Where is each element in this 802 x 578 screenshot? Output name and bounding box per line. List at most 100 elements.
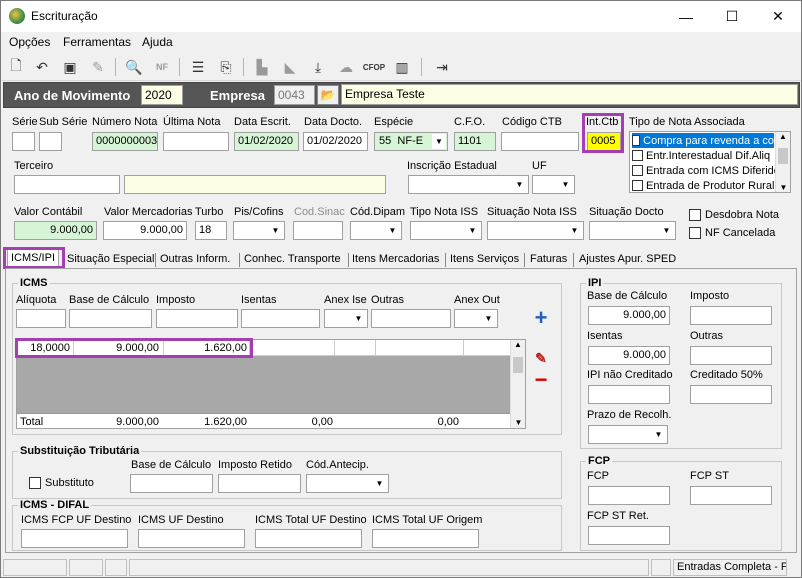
close-button[interactable]: ✕ <box>755 1 801 32</box>
tab-icms-ipi[interactable]: ICMS/IPI <box>7 249 60 269</box>
valor-mercadorias-input[interactable]: 9.000,00 <box>103 221 187 240</box>
terceiro-code-input[interactable] <box>14 175 120 194</box>
substituto-checkbox[interactable] <box>29 477 41 489</box>
chevron-down-icon[interactable]: ▼ <box>385 223 400 238</box>
new-file-icon[interactable]: 🗋 <box>5 57 27 77</box>
chevron-down-icon[interactable]: ▼ <box>659 223 674 238</box>
st-base-input[interactable] <box>130 474 213 493</box>
maximize-button[interactable]: ☐ <box>709 1 755 32</box>
ultima-nota-input[interactable] <box>163 132 229 151</box>
sub-serie-input[interactable] <box>39 132 62 151</box>
save-icon[interactable]: ▣ <box>59 57 81 77</box>
tab-ajustes-apur-sped[interactable]: Ajustes Apur. SPED <box>576 251 679 269</box>
chevron-down-icon[interactable]: ▼ <box>567 223 582 238</box>
menu-opcoes[interactable]: Opções <box>9 35 50 49</box>
pis-cofins-select[interactable]: ▼ <box>233 221 285 240</box>
chevron-down-icon[interactable]: ▼ <box>268 223 283 238</box>
edit-icon[interactable]: ✎ <box>529 347 553 369</box>
anex-ise-select[interactable]: ▼ <box>324 309 368 328</box>
total-uf-origem-input[interactable] <box>372 529 479 548</box>
add-icon[interactable]: + <box>529 305 553 330</box>
nfe-icon[interactable]: NF <box>151 57 173 77</box>
chevron-down-icon[interactable]: ▼ <box>776 183 791 192</box>
chevron-down-icon[interactable]: ▼ <box>512 177 527 192</box>
fcp-st-ret-input[interactable] <box>588 526 670 545</box>
icms-imposto-input[interactable] <box>156 309 238 328</box>
int-ctb-input[interactable]: 0005 <box>587 132 621 151</box>
tab-itens-mercadorias[interactable]: Itens Mercadorias <box>349 251 442 269</box>
prazo-recolh-select[interactable]: ▼ <box>588 425 668 444</box>
minimize-button[interactable]: — <box>663 1 709 32</box>
empresa-code-input[interactable]: 0043 <box>274 85 315 105</box>
download-icon[interactable]: ⤓ <box>307 57 329 77</box>
fcp-uf-destino-input[interactable] <box>21 529 128 548</box>
tab-outras-inform[interactable]: Outras Inform. <box>157 251 233 269</box>
cfop-icon[interactable]: CFOP <box>363 57 385 77</box>
tab-conhec-transporte[interactable]: Conhec. Transporte <box>241 251 344 269</box>
remove-icon[interactable]: − <box>529 367 553 392</box>
menu-ferramentas[interactable]: Ferramentas <box>63 35 131 49</box>
export-icon[interactable]: ⎘ <box>215 57 237 77</box>
ipi-isentas-input[interactable]: 9.000,00 <box>588 346 670 365</box>
print-preview-icon[interactable]: 🔍 <box>123 57 145 77</box>
data-escrit-input[interactable]: 01/02/2020 <box>234 132 299 151</box>
chevron-down-icon[interactable]: ▼ <box>558 177 573 192</box>
chevron-down-icon[interactable]: ▼ <box>651 427 666 442</box>
valor-contabil-input[interactable]: 9.000,00 <box>14 221 97 240</box>
imposto-retido-input[interactable] <box>218 474 301 493</box>
chevron-down-icon[interactable]: ▼ <box>351 311 366 326</box>
icms-base-input[interactable] <box>69 309 152 328</box>
tab-itens-servicos[interactable]: Itens Serviços <box>447 251 522 269</box>
icms-isentas-input[interactable] <box>241 309 320 328</box>
uf-destino-input[interactable] <box>138 529 245 548</box>
folder-open-icon[interactable]: 📂 <box>317 85 339 105</box>
list-item[interactable]: Compra para revenda a co <box>632 133 774 148</box>
folder-icon[interactable]: ▙ <box>251 57 273 77</box>
cod-dipam-select[interactable]: ▼ <box>350 221 402 240</box>
cloud-icon[interactable]: ☁ <box>335 57 357 77</box>
menu-ajuda[interactable]: Ajuda <box>142 35 173 49</box>
numero-nota-input[interactable]: 0000000003 <box>92 132 158 151</box>
nf-cancelada-checkbox[interactable] <box>689 227 701 239</box>
book-icon[interactable]: ▥ <box>391 57 413 77</box>
serie-input[interactable] <box>12 132 35 151</box>
situacao-docto-select[interactable]: ▼ <box>589 221 676 240</box>
list-item[interactable]: Entrada com ICMS Diferido <box>632 163 780 178</box>
listbox-scrollbar[interactable]: ▲ ▼ <box>775 132 790 192</box>
uf-select[interactable]: ▼ <box>532 175 575 194</box>
anex-out-select[interactable]: ▼ <box>454 309 498 328</box>
cod-sinac-input[interactable] <box>293 221 343 240</box>
desdobra-nota-checkbox[interactable] <box>689 209 701 221</box>
cfo-input[interactable]: 1101 <box>454 132 496 151</box>
clear-icon[interactable]: ✎ <box>87 57 109 77</box>
inscricao-estadual-select[interactable]: ▼ <box>408 175 529 194</box>
grid-scrollbar[interactable]: ▲ ▼ <box>510 340 525 428</box>
aliquota-input[interactable] <box>16 309 66 328</box>
ipi-imposto-input[interactable] <box>690 306 772 325</box>
ipi-outras-input[interactable] <box>690 346 772 365</box>
creditado-50-input[interactable] <box>690 385 772 404</box>
scroll-thumb[interactable] <box>513 357 523 373</box>
tab-faturas[interactable]: Faturas <box>527 251 570 269</box>
total-uf-destino-input[interactable] <box>255 529 362 548</box>
icms-grid[interactable]: 18,0000 9.000,00 1.620,00 Total 9.000,00… <box>16 339 526 429</box>
chevron-down-icon[interactable]: ▼ <box>511 418 526 427</box>
chevron-down-icon[interactable]: ▼ <box>481 311 496 326</box>
chevron-down-icon[interactable]: ▼ <box>432 134 446 149</box>
list-item[interactable]: Entrada de Produtor Rural <box>632 178 774 193</box>
situacao-nota-iss-select[interactable]: ▼ <box>487 221 584 240</box>
tab-situacao-especial[interactable]: Situação Especial <box>64 251 157 269</box>
icms-outras-input[interactable] <box>371 309 451 328</box>
scroll-thumb[interactable] <box>778 148 788 164</box>
chevron-up-icon[interactable]: ▲ <box>776 132 790 141</box>
data-docto-input[interactable]: 01/02/2020 <box>303 132 368 151</box>
chevron-down-icon[interactable]: ▼ <box>372 476 387 491</box>
codigo-ctb-input[interactable] <box>501 132 579 151</box>
chevron-up-icon[interactable]: ▲ <box>511 340 525 349</box>
tipo-nota-iss-select[interactable]: ▼ <box>410 221 482 240</box>
tipo-nota-listbox[interactable]: Compra para revenda a co Entr.Interestad… <box>629 131 791 193</box>
exit-icon[interactable]: ⇥ <box>431 57 453 77</box>
ano-input[interactable]: 2020 <box>141 85 183 105</box>
ipi-base-input[interactable]: 9.000,00 <box>588 306 670 325</box>
especie-select[interactable]: 55 NF-E ▼ <box>374 132 448 151</box>
